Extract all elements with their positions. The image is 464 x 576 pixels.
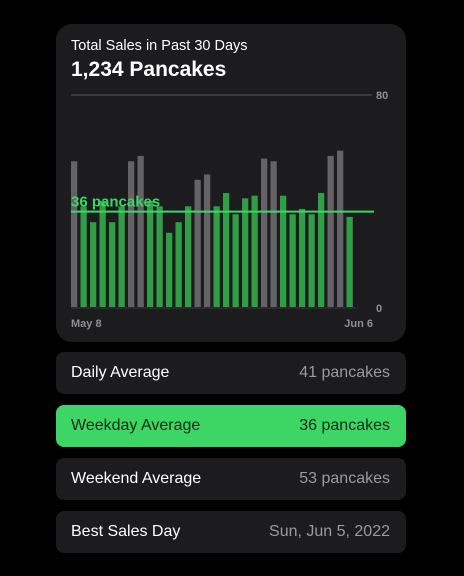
bar	[109, 222, 116, 307]
bar	[80, 206, 87, 307]
bar	[346, 216, 353, 307]
bar	[175, 222, 182, 307]
stat-row-weekday-average[interactable]: Weekday Average 36 pancakes	[56, 405, 406, 447]
bar	[99, 201, 106, 307]
bar	[90, 222, 97, 307]
bar	[194, 179, 201, 307]
stat-row-best-sales-day[interactable]: Best Sales Day Sun, Jun 5, 2022	[56, 511, 406, 553]
bar	[156, 206, 163, 307]
bar	[232, 214, 239, 307]
stat-label: Best Sales Day	[71, 523, 181, 540]
weekday-average-label: 36 pancakes	[71, 194, 160, 211]
bar	[223, 193, 230, 307]
x-axis-end-label: Jun 6	[344, 318, 373, 330]
bar	[185, 206, 192, 307]
stat-value: 36 pancakes	[299, 417, 390, 434]
stat-value: 53 pancakes	[299, 470, 390, 487]
stat-value: 41 pancakes	[299, 364, 390, 381]
y-tick-label-max: 80	[376, 90, 388, 102]
sales-bar-chart: 80 0 36 pancakes May 8 Jun 6	[71, 90, 388, 330]
bar	[204, 174, 211, 307]
bar	[137, 155, 144, 307]
bar	[118, 206, 125, 307]
bar	[128, 161, 135, 307]
stat-label: Daily Average	[71, 364, 170, 381]
stat-label: Weekday Average	[71, 417, 201, 434]
bar	[337, 150, 344, 307]
bar	[242, 198, 249, 307]
bar	[270, 161, 277, 307]
bar	[327, 155, 334, 307]
bar	[166, 232, 173, 307]
bar	[299, 208, 306, 307]
bar	[261, 158, 268, 307]
stat-row-daily-average[interactable]: Daily Average 41 pancakes	[56, 352, 406, 394]
x-axis-start-label: May 8	[71, 318, 102, 330]
stat-value: Sun, Jun 5, 2022	[269, 523, 390, 540]
bars	[71, 150, 353, 307]
bar	[147, 201, 154, 307]
bar	[213, 206, 220, 307]
y-tick-label-min: 0	[376, 303, 382, 315]
bar	[289, 214, 296, 307]
stat-label: Weekend Average	[71, 470, 202, 487]
sales-chart-card: Total Sales in Past 30 Days 1,234 Pancak…	[56, 24, 406, 342]
bar	[71, 161, 78, 307]
bar	[318, 193, 325, 307]
bar	[308, 214, 315, 307]
stat-row-weekend-average[interactable]: Weekend Average 53 pancakes	[56, 458, 406, 500]
